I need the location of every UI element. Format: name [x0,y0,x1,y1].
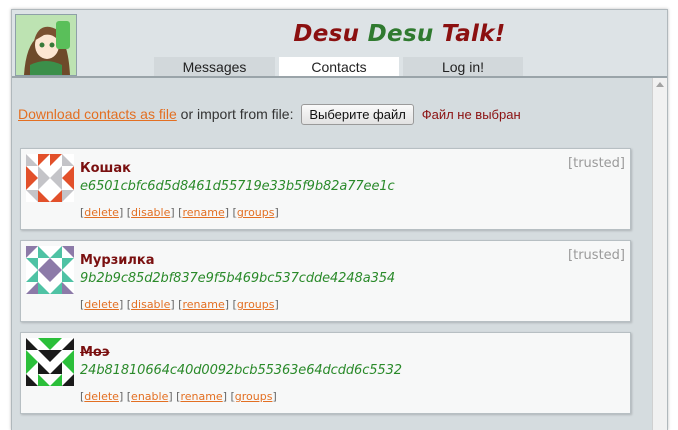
header: Desu Desu Talk! Messages Contacts Log in… [12,10,667,78]
contact-card: Моэ 24b81810664c40d0092bcb55363e64dcdd6c… [20,332,631,414]
contact-name: Кошак [80,161,131,176]
no-file-label: Файл не выбран [421,107,521,122]
groups-link[interactable]: groups [235,390,273,403]
import-row: Download contacts as file or import from… [18,104,521,125]
enable-link[interactable]: enable [131,390,168,403]
title-desu-2: Desu [367,21,434,47]
trusted-badge: [trusted] [568,248,625,263]
tab-contacts[interactable]: Contacts [279,57,399,76]
groups-link[interactable]: groups [237,206,275,219]
disable-link[interactable]: disable [131,206,170,219]
rename-link[interactable]: rename [182,298,224,311]
tab-log-in[interactable]: Log in! [403,57,523,76]
identicon-red-grey-icon [26,154,74,202]
scroll-up-arrow-icon[interactable] [656,82,664,87]
contact-hash: e6501cbfc6d5d8461d55719e33b5f9b82a77ee1c [80,179,395,194]
delete-link[interactable]: delete [84,390,119,403]
trusted-badge: [trusted] [568,156,625,171]
contact-name: Моэ [80,345,110,360]
delete-link[interactable]: delete [84,298,119,311]
rename-link[interactable]: rename [182,206,224,219]
contact-hash: 24b81810664c40d0092bcb55363e64dcdd6c5532 [80,363,402,378]
contact-card: Мурзилка 9b2b9c85d2bf837e9f5b469bc537cdd… [20,240,631,322]
contact-actions: [delete] [enable] [rename] [groups] [80,390,277,403]
contact-card: Кошак e6501cbfc6d5d8461d55719e33b5f9b82a… [20,148,631,230]
tab-messages[interactable]: Messages [154,57,275,76]
app-window: Desu Desu Talk! Messages Contacts Log in… [11,9,668,430]
identicon-purple-teal-icon [26,246,74,294]
delete-link[interactable]: delete [84,206,119,219]
scrollbar[interactable] [652,78,667,430]
download-contacts-link[interactable]: Download contacts as file [18,106,177,122]
disable-link[interactable]: disable [131,298,170,311]
identicon-green-black-icon [26,338,74,386]
contact-hash: 9b2b9c85d2bf837e9f5b469bc537cdde4248a354 [80,271,396,286]
contact-actions: [delete] [disable] [rename] [groups] [80,206,279,219]
import-label: or import from file: [176,106,294,122]
title-talk: Talk! [433,21,506,47]
rename-link[interactable]: rename [180,390,222,403]
title-desu-1: Desu [293,21,368,47]
choose-file-button[interactable]: Выберите файл [301,104,414,125]
groups-link[interactable]: groups [237,298,275,311]
contact-actions: [delete] [disable] [rename] [groups] [80,298,279,311]
contact-name: Мурзилка [80,253,155,268]
app-title: Desu Desu Talk! [12,21,667,47]
